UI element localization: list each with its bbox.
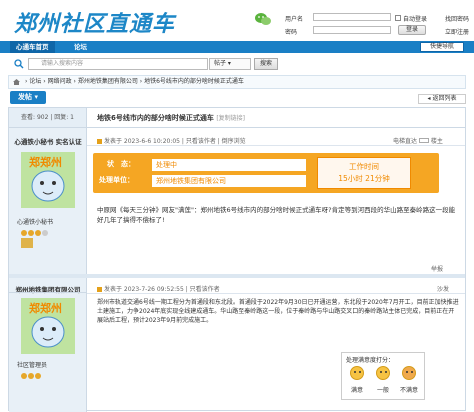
breadcrumb-section[interactable]: 网络问政 [48,78,72,85]
new-post-label: 发帖 [18,93,33,101]
report-link[interactable]: 举报 [431,264,443,273]
online-icon [97,287,102,292]
unit-value: 郑州地铁集团有限公司 [151,174,307,188]
thread-title: 地铁6号线市内的部分啥时候正式通车 [复制链接] [87,108,465,128]
password-label: 密码 [285,29,298,36]
new-post-button[interactable]: 发帖 ▾ [10,91,46,104]
home-icon[interactable] [13,79,20,85]
work-time-value: 15小时 21分钟 [338,174,390,183]
tab-home[interactable]: 心通车首页 [10,41,55,53]
unsatisfied-icon[interactable] [402,366,416,380]
post-2-meta: 发表于 2023-7-26 09:52:55 | 只看该作者 [97,284,220,293]
medal-icon [42,230,48,236]
post-1-badge-icon [21,238,33,248]
find-password-link[interactable]: 找回密码 [445,14,469,23]
search-input[interactable]: 请输入搜索内容 [28,58,208,70]
divider [87,145,465,146]
register-link[interactable]: 立即注册 [445,27,469,36]
thread-stats: 查看: 902 | 回复: 1 [9,108,87,128]
post-1-medals [21,230,61,236]
medal-icon [35,373,41,379]
auto-login-checkbox[interactable] [395,15,401,21]
username-input[interactable] [313,13,391,21]
medal-icon [21,373,27,379]
search-icon [14,59,24,69]
login-button[interactable]: 登录 [398,25,426,35]
post-1-body: 中原网《每天三分钟》网友"满莲"：郑州地铁6号线市内的部分啥时候正式通车呀?肯定… [97,206,456,224]
password-input[interactable] [313,26,391,34]
medal-icon [21,230,27,236]
back-to-list-button[interactable]: ◂ 返回列表 [418,94,466,104]
post-2-role: 社区管理员 [17,362,48,369]
back-to-list-label: 返回列表 [432,95,457,102]
medal-icon [28,230,34,236]
post-1-author-name[interactable]: 心通铁小秘书 实名认证 [9,136,87,146]
neutral-icon[interactable] [376,366,390,380]
post-2-avatar[interactable]: 郑郑州 [21,298,75,354]
elevator-link[interactable]: 电梯直达 [393,138,417,145]
neutral-label: 一般 [376,387,389,394]
status-label: 状 态： [107,160,135,168]
wechat-icon[interactable] [255,12,271,26]
breadcrumb-board[interactable]: 郑州地铁集团有限公司 [78,78,138,85]
svg-text:郑郑州: 郑郑州 [29,155,62,169]
thread-title-text: 地铁6号线市内的部分啥时候正式通车 [97,114,214,122]
search-bar: 请输入搜索内容 帖子 ▾ 搜索 [8,56,474,72]
auto-login-label: 自动登录 [403,16,428,23]
post-1-avatar[interactable]: 郑郑州 [21,152,75,208]
login-form: 用户名 自动登录 找回密码 密码 立即注册 [285,12,474,38]
post-1-role: 心通铁小秘书 [17,219,54,226]
divider [9,292,87,293]
copy-link[interactable]: [复制链接] [216,115,245,122]
breadcrumb-forum[interactable]: 论坛 [29,78,41,85]
work-time-label: 工作时间 [349,162,379,171]
floor-label: 楼主 [430,138,443,145]
unsatisfied-label: 不满意 [399,387,418,394]
online-icon [97,139,102,144]
rating-panel: 处理满意度打分： 满意 一般 不满意 [341,352,425,400]
medal-icon [35,230,41,236]
status-value: 处理中 [151,158,307,172]
work-time-box: 工作时间 15小时 21分钟 [317,157,411,189]
post-2-meta-text: 发表于 2023-7-26 09:52:55 | 只看该作者 [104,286,220,293]
search-type-label: 帖子 [214,60,227,67]
svg-text:郑郑州: 郑郑州 [29,301,62,315]
username-label: 用户名 [285,16,304,23]
search-button[interactable]: 搜索 [254,58,278,70]
satisfied-icon[interactable] [350,366,364,380]
unit-label: 处理单位： [99,176,134,184]
site-header: 郑州社区直通车 用户名 自动登录 找回密码 密码 立即注册 登录 [0,0,474,40]
floor-input[interactable] [418,138,429,143]
thread-container: 查看: 902 | 回复: 1 地铁6号线市内的部分啥时候正式通车 [复制链接]… [8,107,466,412]
post-2-body: 郑州市轨道交通6号线一期工程分为首通段和东北段。首通段于2022年9月30日已开… [97,299,459,324]
status-box: 状 态： 处理中 处理单位： 郑州地铁集团有限公司 工作时间 15小时 21分钟 [93,153,439,193]
site-logo[interactable]: 郑州社区直通车 [14,6,175,38]
breadcrumb-thread[interactable]: 地铁6号线市内的部分啥时候正式通车 [144,78,244,85]
post-2-floor: 沙发 [437,286,450,293]
satisfied-label: 满意 [350,387,363,394]
search-type-select[interactable]: 帖子 ▾ [209,58,251,70]
post-2-medals [21,373,61,379]
main-nav: 心通车首页 论坛 快捷导航 [0,41,474,53]
tab-forum[interactable]: 论坛 [68,41,93,53]
rating-title: 处理满意度打分： [346,357,395,364]
breadcrumb: › 论坛 › 网络问政 › 郑州地铁集团有限公司 › 地铁6号线市内的部分啥时候… [8,75,466,89]
post-1-floor-actions: 电梯直达 楼主 [393,136,443,145]
post-1-meta-text: 发表于 2023-6-6 10:20:05 | 只看该作者 | 倒序浏览 [104,138,246,145]
quick-nav-button[interactable]: 快捷导航 [420,42,464,52]
medal-icon [28,373,34,379]
divider [87,293,465,294]
post-1-meta: 发表于 2023-6-6 10:20:05 | 只看该作者 | 倒序浏览 [97,136,246,145]
